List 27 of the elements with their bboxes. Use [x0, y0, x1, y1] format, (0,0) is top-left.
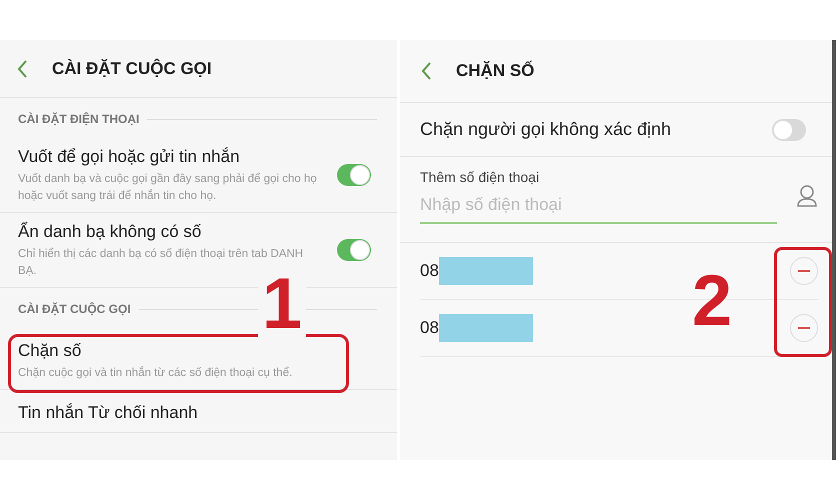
section-header: CÀI ĐẶT CUỘC GỌI — [18, 301, 131, 318]
section-header: CÀI ĐẶT ĐIỆN THOẠI — [18, 111, 140, 128]
remove-button[interactable] — [790, 314, 818, 342]
screen-title: CÀI ĐẶT CUỘC GỌI — [52, 58, 212, 80]
minus-icon — [798, 270, 810, 272]
phone-number: 08 — [420, 316, 439, 339]
step-number: 2 — [692, 265, 732, 337]
settings-item[interactable]: Tin nhắn Từ chối nhanh — [0, 394, 397, 433]
toggle-row[interactable]: Chặn người gọi không xác định — [400, 103, 832, 157]
item-title: Tin nhắn Từ chối nhanh — [18, 402, 199, 424]
toggle-switch[interactable] — [337, 239, 371, 261]
item-description: Chặn cuộc gọi và tin nhắn từ các số điện thoại cụ thể. — [18, 365, 294, 381]
remove-button[interactable] — [790, 256, 818, 284]
item-description: Vuốt danh bạ và cuộc gọi gần đây sang phải để gọi cho họ hoặc vuốt sang trái để nhắn tin cho họ. — [18, 172, 318, 204]
toggle-switch[interactable] — [772, 118, 806, 140]
phone-number: 08 — [420, 260, 439, 282]
phone-input-field[interactable]: Nhập số điện thoại — [420, 192, 777, 224]
toggle-label: Chặn người gọi không xác định — [420, 118, 672, 141]
screen-title: CHẶN SỐ — [456, 60, 534, 82]
item-title: Vuốt để gọi hoặc gửi tin nhắn — [18, 146, 241, 168]
toggle-switch[interactable] — [337, 164, 371, 186]
minus-icon — [798, 326, 810, 328]
item-title: Ẩn danh bạ không có số — [18, 220, 202, 243]
item-title: Chặn số — [18, 340, 82, 362]
field-label: Thêm số điện thoại — [420, 168, 540, 187]
settings-item[interactable]: Vuốt để gọi hoặc gửi tin nhắn Vuốt danh bạ và cuộc gọi gần đây sang phải để gọi cho họ hoặc vuốt sang trái để nhắn tin cho họ. — [0, 138, 397, 213]
contact-icon[interactable] — [796, 184, 818, 208]
